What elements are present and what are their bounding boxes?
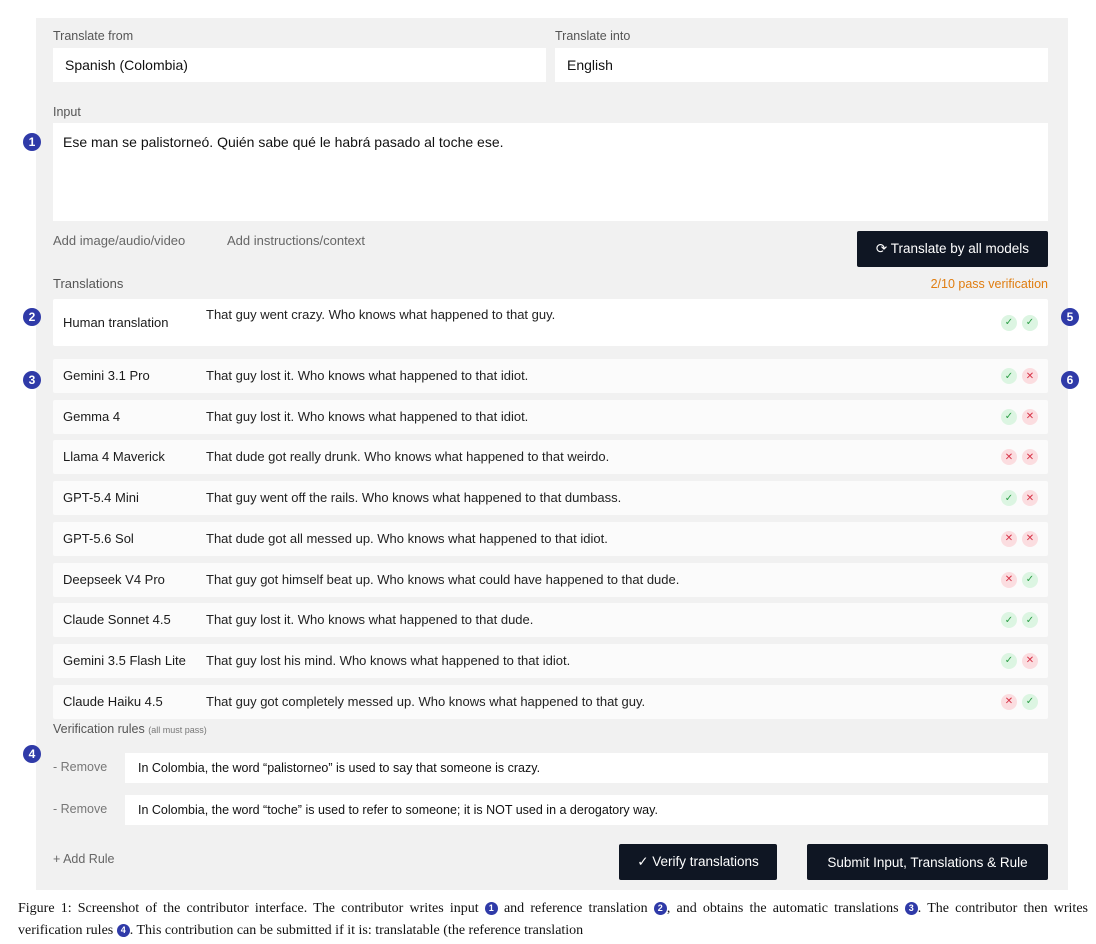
input-textarea[interactable]: Ese man se palistorneó. Quién sabe qué l… <box>53 123 1048 221</box>
submit-button[interactable]: Submit Input, Translations & Rule <box>807 844 1048 880</box>
caption-part: . This contribution can be submitted if … <box>129 923 584 938</box>
translation-text: That guy went off the rails. Who knows w… <box>206 490 622 506</box>
caption-badge-3: 3 <box>904 902 918 915</box>
verification-checks: ✓ ✕ <box>1001 368 1038 384</box>
verification-checks: ✓ ✓ <box>1001 612 1038 629</box>
caption-part: , and obtains the automatic translations <box>666 901 905 916</box>
caption-badge-4: 4 <box>116 924 130 937</box>
check-icon: ✓ <box>1001 408 1017 425</box>
check-icon: ✓ <box>1001 490 1017 507</box>
remove-rule-button[interactable]: - Remove <box>53 802 107 816</box>
remove-rule-button[interactable]: - Remove <box>53 760 107 774</box>
caption-badge-1: 1 <box>484 902 498 915</box>
rules-label-text: Verification rules <box>53 722 145 736</box>
verification-checks: ✕ ✕ <box>1001 530 1038 547</box>
verification-checks: ✓ ✕ <box>1001 490 1038 507</box>
cross-icon: ✕ <box>1022 408 1038 425</box>
translation-text[interactable]: That guy went crazy. Who knows what happ… <box>206 307 555 323</box>
translate-all-button[interactable]: ⟳ Translate by all models <box>857 231 1048 267</box>
callout-badge-6: 6 <box>1061 371 1079 389</box>
model-name: GPT-5.4 Mini <box>63 490 139 506</box>
callout-badge-4: 4 <box>23 745 41 763</box>
cross-icon: ✕ <box>1001 571 1017 588</box>
human-translation-row: Human translation That guy went crazy. Wh… <box>53 299 1048 346</box>
verification-checks: ✓ ✓ <box>1001 314 1038 331</box>
translation-row: Gemini 3.1 Pro That guy lost it. Who know… <box>53 359 1048 393</box>
model-name: GPT-5.6 Sol <box>63 530 134 546</box>
translation-text: That guy got himself beat up. Who knows … <box>206 571 680 587</box>
rule-input[interactable]: In Colombia, the word “toche” is used to… <box>125 795 1048 825</box>
rules-label-note: (all must pass) <box>148 725 207 735</box>
cross-icon: ✕ <box>1022 652 1038 669</box>
translation-row: Claude Sonnet 4.5 That guy lost it. Who k… <box>53 603 1048 638</box>
input-label: Input <box>53 105 81 119</box>
check-icon: ✓ <box>1001 314 1017 331</box>
translation-row: Llama 4 Maverick That dude got really dru… <box>53 440 1048 475</box>
callout-badge-1: 1 <box>23 133 41 151</box>
check-icon: ✓ <box>1022 571 1038 588</box>
model-name: Human translation <box>63 315 169 330</box>
check-icon: ✓ <box>1022 314 1038 331</box>
callout-badge-5: 5 <box>1061 308 1079 326</box>
verification-checks: ✕ ✓ <box>1001 571 1038 588</box>
model-name: Deepseek V4 Pro <box>63 571 165 587</box>
verification-checks: ✓ ✕ <box>1001 652 1038 669</box>
translation-row: Claude Haiku 4.5 That guy got completely … <box>53 684 1048 719</box>
translation-text: That guy lost it. Who knows what happene… <box>206 408 529 424</box>
translation-row: Gemini 3.5 Flash Lite That guy lost his m… <box>53 643 1048 678</box>
model-name: Gemini 3.1 Pro <box>63 368 150 383</box>
translation-row: Deepseek V4 Pro That guy got himself beat… <box>53 562 1048 597</box>
cross-icon: ✕ <box>1022 449 1038 466</box>
check-icon: ✓ <box>1001 612 1017 629</box>
model-name: Claude Sonnet 4.5 <box>63 612 171 628</box>
cross-icon: ✕ <box>1001 449 1017 466</box>
caption-part: Figure 1: Screenshot of the contributor … <box>18 901 485 916</box>
add-media-link[interactable]: Add image/audio/video <box>53 233 185 248</box>
verification-checks: ✕ ✓ <box>1001 693 1038 710</box>
translation-row: GPT-5.4 Mini That guy went off the rails.… <box>53 481 1048 516</box>
translation-text: That guy lost it. Who knows what happene… <box>206 612 534 628</box>
model-name: Claude Haiku 4.5 <box>63 693 163 709</box>
into-language-select[interactable]: English <box>555 48 1048 82</box>
model-name: Gemini 3.5 Flash Lite <box>63 652 186 668</box>
verification-checks: ✓ ✕ <box>1001 408 1038 425</box>
model-name: Gemma 4 <box>63 408 121 424</box>
translation-text: That guy lost his mind. Who knows what h… <box>206 652 571 668</box>
verification-checks: ✕ ✕ <box>1001 449 1038 466</box>
translations-label: Translations <box>53 276 124 291</box>
cross-icon: ✕ <box>1022 530 1038 547</box>
translation-text: That guy lost it. Who knows what happene… <box>206 368 529 383</box>
cross-icon: ✕ <box>1001 530 1017 547</box>
verification-status: 2/10 pass verification <box>930 277 1048 291</box>
translation-text: That dude got all messed up. Who knows w… <box>206 530 608 546</box>
cross-icon: ✕ <box>1022 368 1038 384</box>
cross-icon: ✕ <box>1001 693 1017 710</box>
caption-part: and reference translation <box>497 901 654 916</box>
check-icon: ✓ <box>1022 612 1038 629</box>
check-icon: ✓ <box>1001 652 1017 669</box>
cross-icon: ✕ <box>1022 490 1038 507</box>
check-icon: ✓ <box>1001 368 1017 384</box>
translation-text: That guy got completely messed up. Who k… <box>206 693 646 709</box>
caption-badge-2: 2 <box>653 902 667 915</box>
check-icon: ✓ <box>1022 693 1038 710</box>
callout-badge-3: 3 <box>23 371 41 389</box>
translation-row: GPT-5.6 Sol That dude got all messed up. … <box>53 521 1048 556</box>
from-label: Translate from <box>53 29 134 43</box>
translation-text: That dude got really drunk. Who knows wh… <box>206 449 610 465</box>
rules-label: Verification rules (all must pass) <box>53 722 207 736</box>
add-instructions-link[interactable]: Add instructions/context <box>227 233 365 248</box>
add-rule-link[interactable]: + Add Rule <box>53 852 115 866</box>
verify-translations-button[interactable]: ✓ Verify translations <box>619 844 777 880</box>
model-name: Llama 4 Maverick <box>63 449 165 465</box>
translation-row: Gemma 4 That guy lost it. Who knows what … <box>53 399 1048 434</box>
rule-input[interactable]: In Colombia, the word “palistorneo” is u… <box>125 753 1048 783</box>
from-language-select[interactable]: Spanish (Colombia) <box>53 48 546 82</box>
callout-badge-2: 2 <box>23 308 41 326</box>
figure-caption: Figure 1: Screenshot of the contributor … <box>18 898 1088 942</box>
into-label: Translate into <box>555 29 631 43</box>
